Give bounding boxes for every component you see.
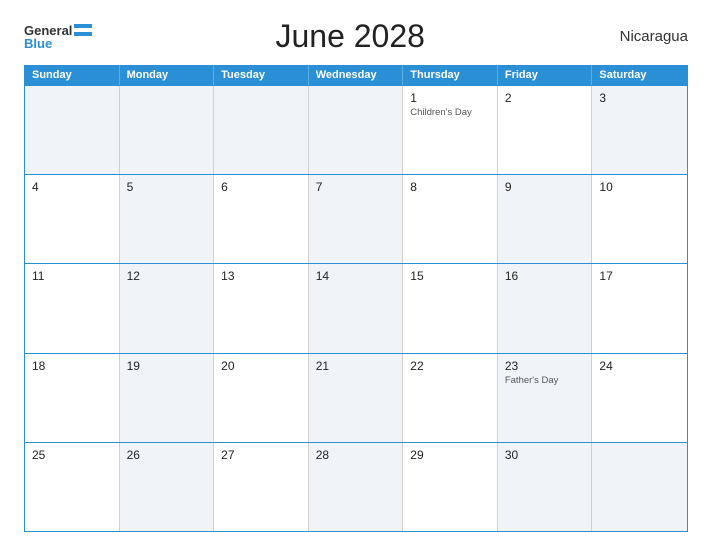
calendar-cell-w4-d6: 23 Father's Day xyxy=(498,354,593,442)
calendar-cell-w4-d7: 24 xyxy=(592,354,687,442)
day-number: 28 xyxy=(316,448,396,462)
day-number: 24 xyxy=(599,359,680,373)
day-number: 11 xyxy=(32,269,112,283)
calendar-cell-w3-d2: 12 xyxy=(120,264,215,352)
day-number: 26 xyxy=(127,448,207,462)
day-number: 9 xyxy=(505,180,585,194)
day-number: 6 xyxy=(221,180,301,194)
calendar-week-1: 1 Children's Day 23 xyxy=(25,85,687,174)
calendar-cell-w5-d1: 25 xyxy=(25,443,120,531)
page-title: June 2028 xyxy=(92,18,608,55)
day-number: 18 xyxy=(32,359,112,373)
logo: General Blue xyxy=(24,24,92,50)
calendar-cell-w2-d7: 10 xyxy=(592,175,687,263)
day-number: 13 xyxy=(221,269,301,283)
day-number: 7 xyxy=(316,180,396,194)
logo-general-text: General xyxy=(24,24,72,37)
header-monday: Monday xyxy=(120,65,215,85)
day-number: 16 xyxy=(505,269,585,283)
calendar-cell-w1-d1 xyxy=(25,86,120,174)
page-header: General Blue June 2028 Nicaragua xyxy=(24,18,688,55)
calendar-cell-w2-d4: 7 xyxy=(309,175,404,263)
holiday-label: Father's Day xyxy=(505,375,585,386)
calendar-cell-w3-d3: 13 xyxy=(214,264,309,352)
day-number: 22 xyxy=(410,359,490,373)
calendar-week-5: 25 26 27 28 29 30 xyxy=(25,442,687,531)
calendar-cell-w1-d6: 2 xyxy=(498,86,593,174)
header-wednesday: Wednesday xyxy=(309,65,404,85)
day-number: 25 xyxy=(32,448,112,462)
country-label: Nicaragua xyxy=(608,28,688,45)
day-number: 5 xyxy=(127,180,207,194)
calendar-cell-w5-d4: 28 xyxy=(309,443,404,531)
day-number: 8 xyxy=(410,180,490,194)
calendar-cell-w1-d5: 1 Children's Day xyxy=(403,86,498,174)
calendar-cell-w5-d3: 27 xyxy=(214,443,309,531)
logo-blue-text: Blue xyxy=(24,37,52,50)
day-number: 4 xyxy=(32,180,112,194)
calendar-cell-w4-d2: 19 xyxy=(120,354,215,442)
calendar-cell-w1-d3 xyxy=(214,86,309,174)
calendar-week-4: 18 19 20 21 22 23 Father's Day 24 xyxy=(25,353,687,442)
holiday-label: Children's Day xyxy=(410,107,490,118)
calendar-week-3: 11 12 13 14 15 16 17 xyxy=(25,263,687,352)
calendar-cell-w1-d7: 3 xyxy=(592,86,687,174)
calendar-cell-w2-d3: 6 xyxy=(214,175,309,263)
calendar-grid: Sunday Monday Tuesday Wednesday Thursday… xyxy=(24,65,688,532)
calendar-cell-w4-d1: 18 xyxy=(25,354,120,442)
calendar-cell-w3-d5: 15 xyxy=(403,264,498,352)
calendar-cell-w2-d2: 5 xyxy=(120,175,215,263)
calendar-cell-w5-d5: 29 xyxy=(403,443,498,531)
calendar-page: General Blue June 2028 Nicaragua Sunday … xyxy=(0,0,712,550)
calendar-cell-w3-d6: 16 xyxy=(498,264,593,352)
calendar-cell-w4-d5: 22 xyxy=(403,354,498,442)
calendar-cell-w3-d1: 11 xyxy=(25,264,120,352)
calendar-cell-w3-d7: 17 xyxy=(592,264,687,352)
day-number: 12 xyxy=(127,269,207,283)
calendar-cell-w1-d4 xyxy=(309,86,404,174)
calendar-cell-w2-d6: 9 xyxy=(498,175,593,263)
calendar-cell-w1-d2 xyxy=(120,86,215,174)
calendar-week-2: 4 56 78 9 10 xyxy=(25,174,687,263)
header-saturday: Saturday xyxy=(592,65,687,85)
header-tuesday: Tuesday xyxy=(214,65,309,85)
header-friday: Friday xyxy=(498,65,593,85)
day-number: 27 xyxy=(221,448,301,462)
calendar-body: 1Children's Day2345678910111213141516171… xyxy=(25,85,687,531)
calendar-cell-w4-d4: 21 xyxy=(309,354,404,442)
calendar-cell-w5-d2: 26 xyxy=(120,443,215,531)
calendar-cell-w2-d5: 8 xyxy=(403,175,498,263)
day-number: 29 xyxy=(410,448,490,462)
calendar-cell-w3-d4: 14 xyxy=(309,264,404,352)
day-number: 3 xyxy=(599,91,680,105)
day-number: 14 xyxy=(316,269,396,283)
day-number: 17 xyxy=(599,269,680,283)
logo-flag-icon xyxy=(74,24,92,36)
calendar-cell-w4-d3: 20 xyxy=(214,354,309,442)
calendar-cell-w5-d6: 30 xyxy=(498,443,593,531)
calendar-cell-w5-d7 xyxy=(592,443,687,531)
day-number: 1 xyxy=(410,91,490,105)
day-number: 15 xyxy=(410,269,490,283)
calendar-weekday-header: Sunday Monday Tuesday Wednesday Thursday… xyxy=(25,65,687,85)
day-number: 23 xyxy=(505,359,585,373)
header-sunday: Sunday xyxy=(25,65,120,85)
header-thursday: Thursday xyxy=(403,65,498,85)
day-number: 10 xyxy=(599,180,680,194)
day-number: 19 xyxy=(127,359,207,373)
day-number: 2 xyxy=(505,91,585,105)
calendar-cell-w2-d1: 4 xyxy=(25,175,120,263)
day-number: 21 xyxy=(316,359,396,373)
day-number: 30 xyxy=(505,448,585,462)
day-number: 20 xyxy=(221,359,301,373)
